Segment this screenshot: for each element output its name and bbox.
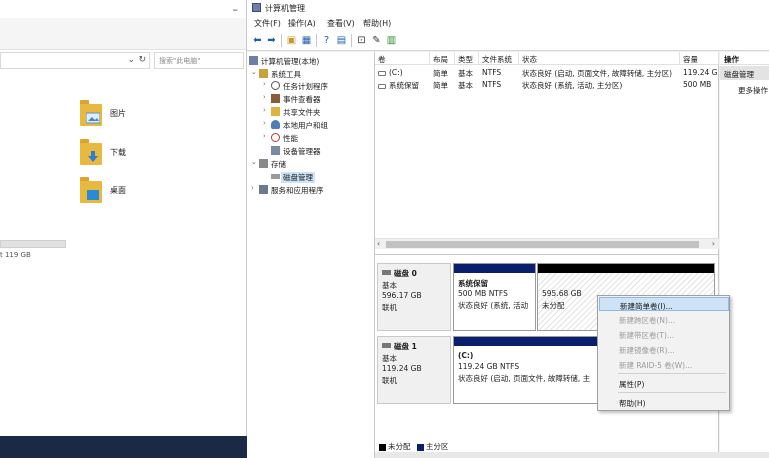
scroll-left-icon[interactable]: ‹ (377, 239, 380, 248)
desktop-folder-icon (80, 177, 102, 203)
drive-free-text: t 119 GB (0, 251, 31, 259)
search-input[interactable]: 搜索"此电脑" (154, 52, 244, 69)
column-header-volume[interactable]: 卷 (375, 52, 430, 65)
navigation-tree: 计算机管理(本地) ⌄ 系统工具 › 任务计划程序 › 事件查看器 › 共享文件… (247, 52, 375, 458)
chevron-down-icon[interactable]: ⌄ (251, 68, 257, 76)
disk-0-info[interactable]: 磁盘 0 基本 596.17 GB 联机 (377, 263, 451, 331)
column-header-layout[interactable]: 布局 (430, 52, 455, 65)
context-menu: 新建简单卷(I)... 新建跨区卷(N)... 新建带区卷(T)... 新建镜像… (597, 295, 730, 411)
help-icon[interactable]: ? (320, 34, 333, 47)
show-tree-icon[interactable]: ▦ (300, 34, 313, 47)
folder-desktop[interactable]: 桌面 (80, 177, 220, 205)
table-row[interactable]: (C:) 简单 基本 NTFS 状态良好 (启动, 页面文件, 故障转储, 主分… (375, 67, 719, 78)
more-actions-link[interactable]: 更多操作 (738, 85, 768, 96)
menu-item-help[interactable]: 帮助(H) (599, 395, 729, 409)
actions-header: 操作 (720, 52, 769, 65)
unallocated-swatch (379, 443, 386, 451)
tools-icon (259, 69, 268, 78)
menu-view[interactable]: 查看(V) (327, 18, 355, 29)
refresh-icon[interactable]: ↻ (138, 55, 146, 65)
status-bar (375, 452, 769, 458)
shared-folder-icon (271, 107, 280, 116)
volume-icon (378, 70, 386, 76)
computer-management-icon (249, 56, 258, 65)
window-title: 计算机管理 (265, 4, 305, 13)
forward-arrow-icon[interactable]: ➡ (265, 34, 278, 47)
file-explorer-window: – ⌄ ↻ 搜索"此电脑" 图片 下载 桌面 t 119 GB (0, 0, 247, 436)
chevron-right-icon[interactable]: › (263, 106, 266, 114)
horizontal-scrollbar[interactable]: ‹ › (375, 238, 719, 249)
primary-swatch (416, 443, 424, 451)
explorer-ribbon (0, 18, 246, 50)
menu-item-properties[interactable]: 属性(P) (599, 376, 729, 390)
menu-item-new-raid5-volume: 新建 RAID-5 卷(W)... (619, 361, 693, 370)
users-icon (271, 120, 280, 129)
disk-legend: 未分配 主分区 (379, 441, 448, 452)
drive-usage-bar (0, 240, 66, 248)
actions-section-disk-management[interactable]: 磁盘管理 (720, 66, 769, 80)
device-manager-icon (271, 146, 280, 155)
chevron-right-icon[interactable]: › (263, 119, 266, 127)
window-titlebar: 计算机管理 (247, 0, 769, 15)
clock-icon (271, 81, 280, 90)
event-log-icon (271, 94, 280, 103)
column-header-status[interactable]: 状态 (519, 52, 680, 65)
folder-label: 桌面 (110, 186, 126, 195)
folder-downloads[interactable]: 下载 (80, 139, 220, 167)
export-icon[interactable]: ✎ (370, 34, 383, 47)
menu-bar: 文件(F) 操作(A) 查看(V) 帮助(H) (247, 15, 769, 31)
chevron-down-icon[interactable]: ⌄ (251, 158, 257, 166)
menu-file[interactable]: 文件(F) (254, 18, 281, 29)
services-icon (259, 185, 268, 194)
volume-list-header: 卷 布局 类型 文件系统 状态 容量 (375, 52, 719, 65)
chevron-right-icon[interactable]: › (263, 80, 266, 88)
scroll-right-icon[interactable]: › (712, 239, 715, 248)
disk-icon (382, 270, 391, 275)
disk-1-info[interactable]: 磁盘 1 基本 119.24 GB 联机 (377, 336, 451, 404)
show-action-pane-icon[interactable]: ▤ (335, 34, 348, 47)
volume-list: 卷 布局 类型 文件系统 状态 容量 (C:) 简单 基本 NTFS 状态良好 … (375, 52, 719, 254)
disk-icon (382, 343, 391, 348)
menu-item-new-simple-volume[interactable]: 新建简单卷(I)... (599, 297, 729, 311)
folder-pictures[interactable]: 图片 (80, 100, 220, 128)
menu-action[interactable]: 操作(A) (288, 18, 316, 29)
column-header-capacity[interactable]: 容量 (680, 52, 719, 65)
column-header-filesystem[interactable]: 文件系统 (479, 52, 519, 65)
table-row[interactable]: 系统保留 简单 基本 NTFS 状态良好 (系统, 活动, 主分区) 500 M… (375, 79, 719, 90)
folder-label: 图片 (110, 109, 126, 118)
address-bar[interactable]: ⌄ ↻ (0, 52, 150, 69)
disk-icon (271, 174, 280, 179)
menu-item-new-striped-volume: 新建带区卷(T)... (619, 331, 675, 340)
chevron-right-icon[interactable]: › (263, 132, 266, 140)
explorer-titlebar: – (0, 0, 246, 18)
pictures-folder-icon (80, 100, 102, 126)
menu-item-new-mirrored-volume: 新建镜像卷(R)... (619, 346, 675, 355)
folder-label: 下载 (110, 148, 126, 157)
chevron-down-icon[interactable]: ⌄ (127, 55, 135, 65)
refresh-icon[interactable]: ⊡ (355, 34, 368, 47)
chevron-right-icon[interactable]: › (263, 93, 266, 101)
performance-icon (271, 133, 280, 142)
menu-help[interactable]: 帮助(H) (363, 18, 391, 29)
menu-item-new-spanned-volume: 新建跨区卷(N)... (619, 316, 676, 325)
taskbar (0, 436, 247, 458)
scrollbar-thumb[interactable] (386, 241, 699, 248)
folder-up-icon[interactable]: ▣ (285, 34, 298, 47)
storage-icon (259, 159, 268, 168)
partition-system-reserved[interactable]: 系统保留 500 MB NTFS 状态良好 (系统, 活动 (453, 263, 536, 331)
computer-management-icon (252, 3, 261, 12)
close-icon[interactable]: – (233, 3, 239, 16)
chevron-right-icon[interactable]: › (251, 184, 254, 192)
toolbar: ⬅ ➡ ▣ ▦ ? ▤ ⊡ ✎ ▥ (247, 31, 769, 51)
properties-icon[interactable]: ▥ (385, 34, 398, 47)
volume-icon (378, 83, 386, 89)
downloads-folder-icon (80, 139, 102, 165)
back-arrow-icon[interactable]: ⬅ (251, 34, 264, 47)
column-header-type[interactable]: 类型 (455, 52, 479, 65)
